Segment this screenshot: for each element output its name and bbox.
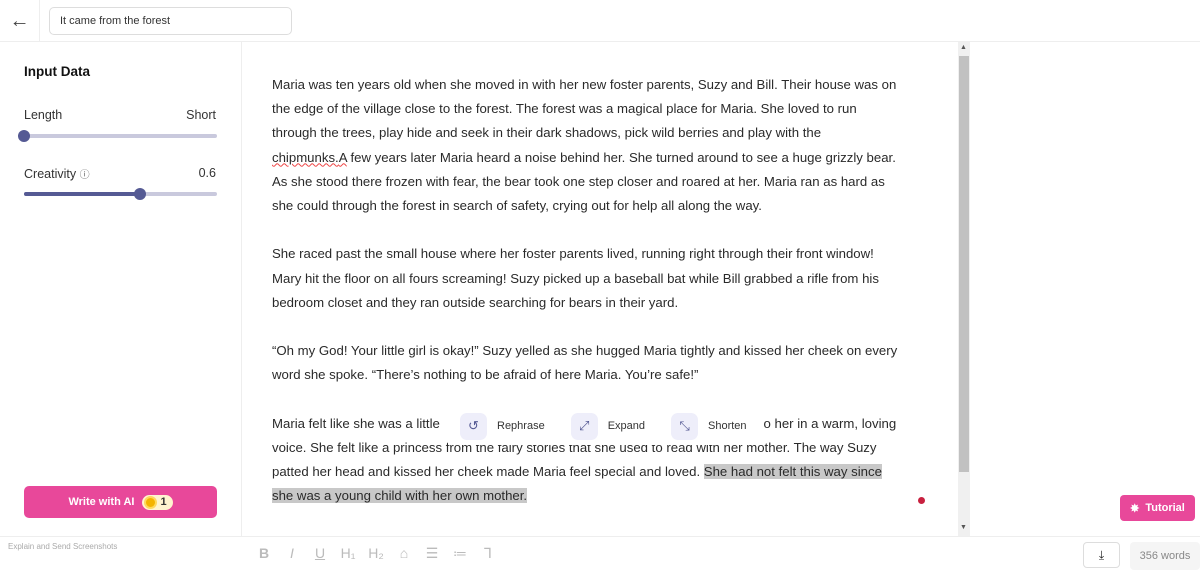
download-button[interactable]: ⤓: [1083, 542, 1120, 568]
text-line: through the trees, play hide and seek in…: [272, 125, 822, 141]
rotate-icon: ↺: [460, 412, 487, 440]
back-button[interactable]: ←: [0, 0, 40, 42]
text-line: Mary hit the floor on all fours screamin…: [272, 270, 879, 286]
italic-icon[interactable]: I: [278, 545, 306, 562]
text-line: She raced past the small house where her…: [272, 246, 874, 262]
top-bar: ←: [0, 0, 1200, 42]
text-segment: patted her head and kissed her cheek mad…: [272, 464, 704, 480]
text-line: As she stood there frozen with fear, the…: [272, 173, 885, 189]
bullet-list-icon[interactable]: ☰: [418, 545, 446, 562]
selected-text[interactable]: she was a young child with her own mothe…: [272, 488, 528, 504]
numbered-list-icon[interactable]: ≔: [446, 545, 474, 562]
download-icon: ⤓: [1098, 547, 1105, 562]
ai-action-popup: ↺ Rephrase ⤢ Expand ⤡ Shorten: [448, 407, 764, 445]
text-line: she could through the forest in search o…: [272, 198, 762, 214]
text-line: she was a young child with her own mothe…: [272, 484, 932, 508]
scroll-up-icon[interactable]: ▲: [960, 44, 967, 51]
text-segment: few years later Maria heard a noise behi…: [346, 149, 896, 165]
text-line: the edge of the village close to the for…: [272, 101, 857, 117]
overlay-text: Explain and Send Screenshots: [8, 542, 118, 551]
write-button-label: Write with AI: [68, 496, 135, 508]
heading1-icon[interactable]: H₁: [334, 545, 362, 562]
word-count: 356 words: [1130, 542, 1200, 570]
credits-count: 1: [160, 496, 167, 508]
bottom-toolbar: Explain and Send Screenshots B I U H₁ H₂…: [0, 536, 1200, 571]
text-line: bedroom closet and they ran outside sear…: [272, 294, 679, 310]
text-line: patted her head and kissed her cheek mad…: [272, 460, 932, 484]
bold-icon[interactable]: B: [250, 545, 278, 562]
scroll-down-icon[interactable]: ▼: [960, 524, 967, 531]
creativity-slider[interactable]: [24, 188, 217, 200]
editor-content[interactable]: Maria was ten years old when she moved i…: [272, 73, 932, 533]
text-line: “Oh my God! Your little girl is okay!” S…: [272, 343, 898, 359]
creativity-label: Creativity ⓘ: [24, 167, 90, 181]
expand-label: Expand: [607, 420, 646, 432]
text-line: chipmunks.A few years later Maria heard …: [272, 146, 932, 170]
slider-thumb[interactable]: [133, 188, 146, 200]
coin-icon: [144, 495, 158, 509]
text-segment: Maria felt like she was a little: [272, 415, 440, 431]
arrow-left-icon: ←: [9, 9, 30, 32]
underline-icon[interactable]: U: [306, 545, 334, 562]
slider-thumb[interactable]: [18, 130, 30, 142]
misspelled-text: chipmunks.: [272, 149, 339, 165]
editor-scrollbar[interactable]: ▲ ▼: [958, 42, 970, 536]
paragraph: Maria was ten years old when she moved i…: [272, 73, 932, 218]
paragraph: She raced past the small house where her…: [272, 242, 932, 315]
creativity-value: 0.6: [198, 166, 216, 180]
paragraph: “Oh my God! Your little girl is okay!” S…: [272, 339, 932, 387]
length-slider[interactable]: [18, 130, 217, 142]
title-input[interactable]: [49, 7, 292, 35]
text-segment: to her in a warm, loving: [759, 415, 897, 431]
status-dot: [918, 497, 925, 504]
clear-format-icon[interactable]: Ꞁ: [474, 545, 502, 562]
sidebar-title: Input Data: [24, 64, 90, 79]
format-toolbar: B I U H₁ H₂ ⌂ ☰ ≔ Ꞁ: [250, 545, 502, 562]
expand-button[interactable]: ⤢ Expand: [570, 412, 646, 440]
shrink-icon: ⤡: [671, 412, 699, 440]
sidebar: Input Data Length Short Creativity ⓘ 0.6…: [0, 42, 242, 536]
rephrase-button[interactable]: ↺ Rephrase: [460, 412, 545, 440]
shorten-label: Shorten: [708, 420, 747, 432]
scrollbar-thumb[interactable]: [959, 56, 969, 472]
length-value: Short: [186, 108, 216, 122]
tutorial-label: Tutorial: [1145, 502, 1185, 514]
lightbulb-icon: ✸: [1130, 502, 1140, 515]
credits-badge: 1: [142, 494, 173, 510]
expand-icon: ⤢: [570, 412, 598, 440]
write-with-ai-button[interactable]: Write with AI 1: [24, 486, 217, 518]
link-icon[interactable]: ⌂: [390, 545, 418, 562]
shorten-button[interactable]: ⤡ Shorten: [671, 412, 747, 440]
heading2-icon[interactable]: H₂: [362, 545, 390, 562]
tutorial-button[interactable]: ✸ Tutorial: [1120, 495, 1195, 521]
length-label: Length: [24, 108, 63, 122]
text-line: Maria was ten years old when she moved i…: [272, 77, 897, 92]
info-icon[interactable]: ⓘ: [80, 170, 90, 181]
rephrase-label: Rephrase: [497, 420, 545, 432]
selected-text[interactable]: She had not felt this way since: [703, 464, 882, 480]
text-line: word she spoke. “There’s nothing to be a…: [272, 367, 699, 383]
misspelled-text: A: [338, 149, 347, 165]
